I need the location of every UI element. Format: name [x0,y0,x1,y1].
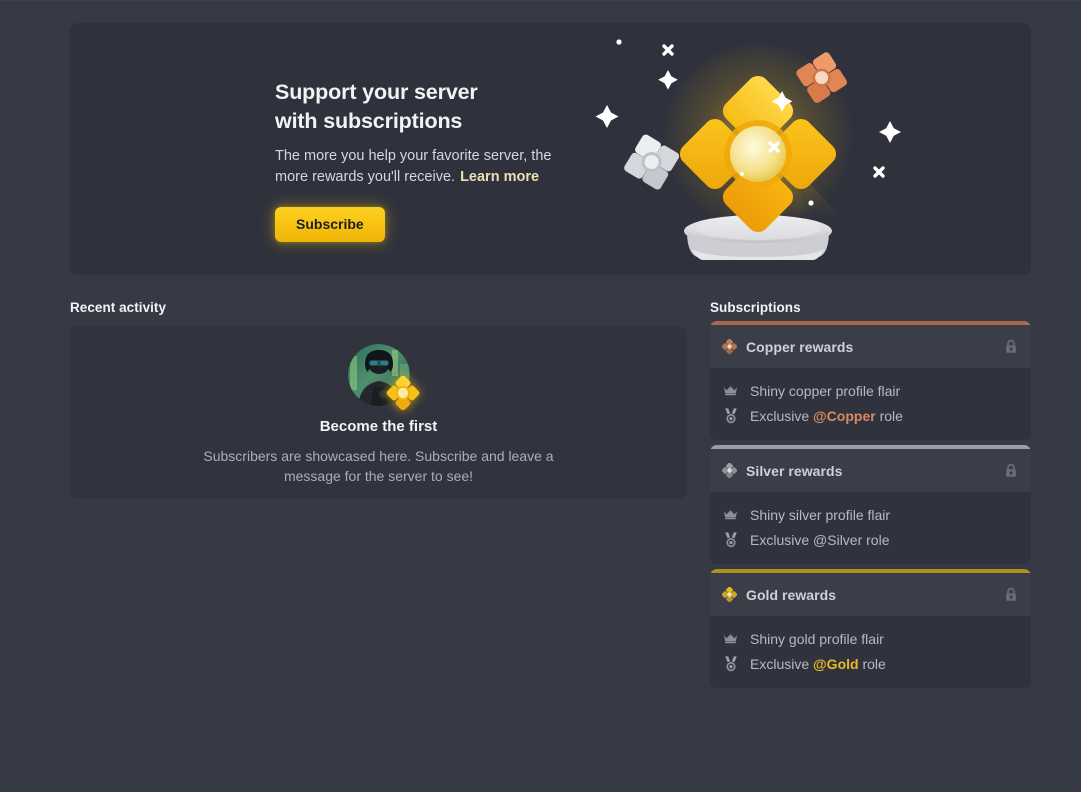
perk-label: Exclusive @Gold role [750,655,886,672]
hero-illustration [570,23,1031,275]
perk-label: Shiny gold profile flair [750,630,884,647]
tier-card-gold[interactable]: Gold rewards Shiny gold profile flair Ex… [710,569,1031,688]
crown-icon [722,383,739,398]
perk-label: Exclusive @Copper role [750,407,903,424]
activity-empty-description: Subscribers are showcased here. Subscrib… [203,448,554,484]
subscriptions-label: Subscriptions [710,300,801,315]
perk-row: Exclusive @Gold role [710,651,1031,676]
recent-activity-card: Become the first Subscribers are showcas… [70,326,687,499]
tier-card-silver[interactable]: Silver rewards Shiny silver profile flai… [710,445,1031,564]
page-title: Support your server with subscriptions [275,78,575,135]
role-mention: @Silver [813,531,863,548]
role-mention: @Gold [813,655,859,672]
tier-emblem-icon [721,462,738,479]
hero-title-line2: with subscriptions [275,108,463,133]
medal-icon [722,407,739,423]
perk-row: Shiny gold profile flair [710,626,1031,651]
recent-activity-label: Recent activity [70,300,167,315]
role-mention: @Copper [813,407,876,424]
lock-icon [1004,587,1018,602]
tier-perks: Shiny gold profile flair Exclusive @Gold… [710,616,1031,688]
hero-title-line1: Support your server [275,80,478,104]
tier-emblem-icon [721,586,738,603]
hero-description: The more you help your favorite server, … [275,146,557,187]
avatar-with-badge [347,344,419,411]
gold-gem-badge-icon [386,375,420,411]
tier-name: Silver rewards [746,462,843,479]
medal-icon [722,655,739,671]
perk-label: Exclusive @Silver role [750,531,890,548]
subscribe-button[interactable]: Subscribe [275,207,385,243]
lock-icon [1004,339,1018,354]
perk-row: Shiny silver profile flair [710,502,1031,527]
learn-more-link[interactable]: Learn more [460,169,539,185]
perk-row: Exclusive @Silver role [710,527,1031,552]
tier-card-copper[interactable]: Copper rewards Shiny copper profile flai… [710,321,1031,440]
hero-banner: Support your server with subscriptions T… [70,23,1031,275]
perk-row: Exclusive @Copper role [710,403,1031,428]
hero-text-block: Support your server with subscriptions T… [275,78,575,243]
tier-name: Copper rewards [746,338,854,355]
lock-icon [1004,463,1018,478]
crown-icon [722,631,739,646]
tier-header[interactable]: Gold rewards [710,573,1031,616]
subscription-page: Support your server with subscriptions T… [0,0,1081,792]
tier-name: Gold rewards [746,586,837,603]
perk-row: Shiny copper profile flair [710,378,1031,403]
tier-perks: Shiny silver profile flair Exclusive @Si… [710,492,1031,564]
perk-label: Shiny copper profile flair [750,382,901,399]
tier-emblem-icon [721,338,738,355]
tier-header[interactable]: Copper rewards [710,325,1031,368]
tier-header[interactable]: Silver rewards [710,449,1031,492]
crown-icon [722,507,739,522]
perk-label: Shiny silver profile flair [750,506,891,523]
tier-perks: Shiny copper profile flair Exclusive @Co… [710,368,1031,440]
activity-empty-title: Become the first [319,418,438,435]
medal-icon [722,531,739,547]
